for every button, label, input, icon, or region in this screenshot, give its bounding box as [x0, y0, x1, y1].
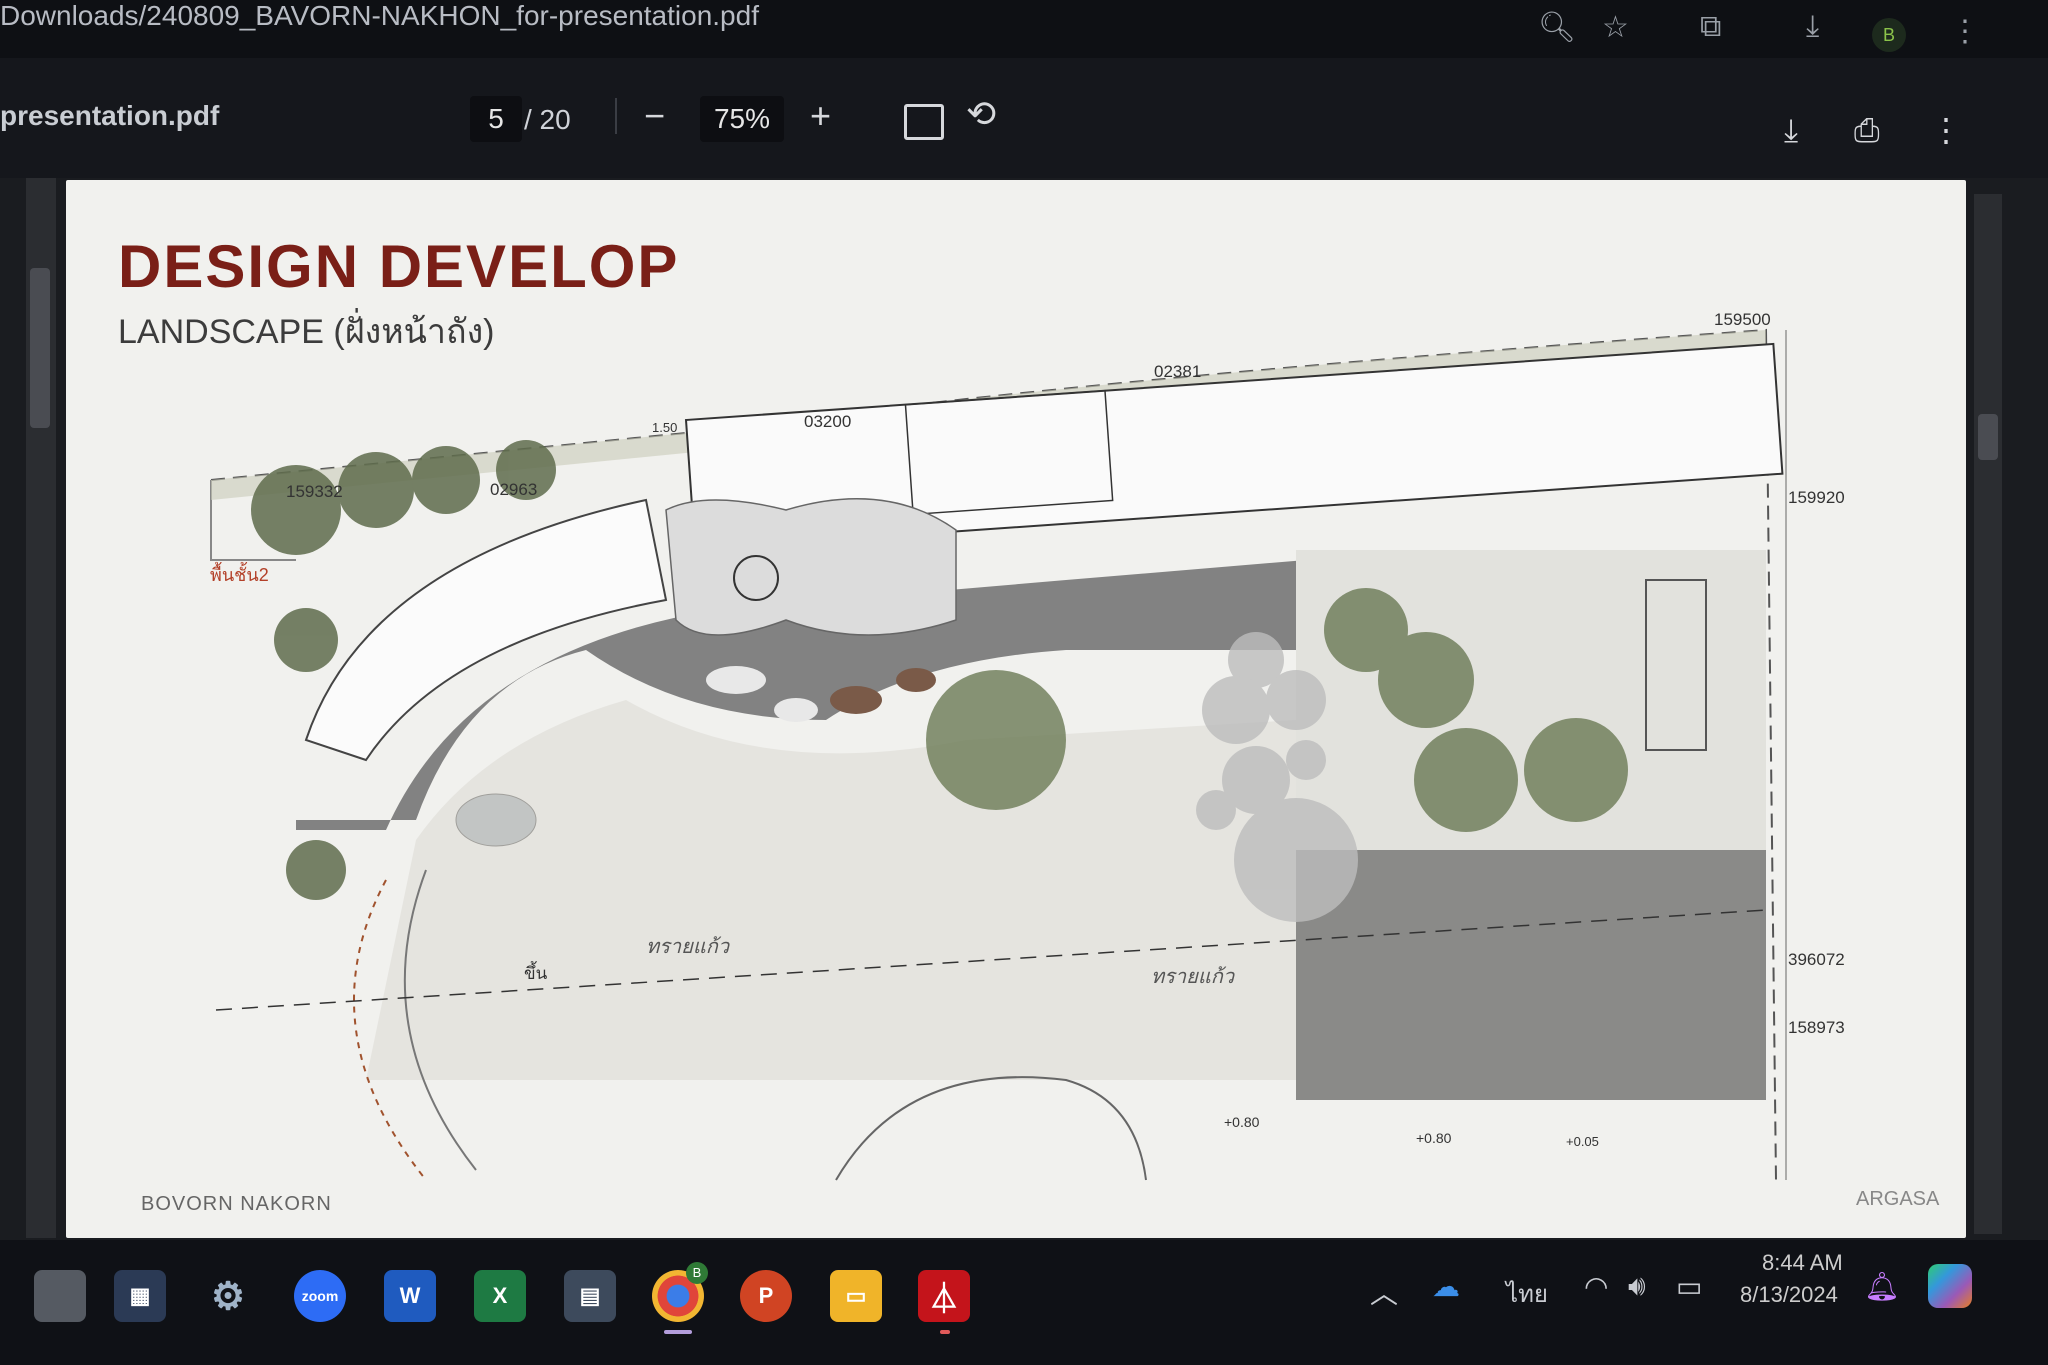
- tree: [338, 452, 414, 528]
- page-number-input[interactable]: 5: [470, 96, 522, 142]
- pdf-page: DESIGN DEVELOP LANDSCAPE (ฝั่งหน้าถัง) 1…: [66, 180, 1966, 1238]
- tree: [926, 670, 1066, 810]
- tree: [412, 446, 480, 514]
- landscape-site-plan: [210, 328, 1787, 1181]
- files-app[interactable]: ▭: [830, 1270, 882, 1322]
- stone: [830, 686, 882, 714]
- plaza-outline: [835, 1076, 1147, 1181]
- browser-title-bar: Downloads/240809_BAVORN-NAKHON_for-prese…: [0, 0, 2048, 58]
- language-indicator[interactable]: ไทย: [1506, 1274, 1548, 1313]
- right-scrollbar[interactable]: [1974, 194, 2002, 1234]
- planter: [1202, 676, 1270, 744]
- calculator-app[interactable]: ▤: [564, 1270, 616, 1322]
- dimension-label: 1.50: [652, 420, 678, 435]
- chrome-profile-badge: B: [686, 1262, 708, 1284]
- store-app[interactable]: ▦: [114, 1270, 166, 1322]
- tree: [1414, 728, 1518, 832]
- dimension-label: 02381: [1154, 362, 1202, 381]
- browser-menu-icon[interactable]: ⋮: [1950, 14, 1980, 49]
- planter: [1266, 670, 1326, 730]
- clock-date[interactable]: 8/13/2024: [1740, 1282, 1838, 1308]
- volume-icon[interactable]: 🔊︎: [1628, 1270, 1646, 1303]
- windows-taskbar: ▦ ⚙ zoom W X ▤ B P ▭ ⏃ ︿ ☁ ไทย ◠ 🔊︎ ▭ 8:…: [0, 1240, 2048, 1365]
- left-scroll-thumb[interactable]: [30, 268, 50, 428]
- toolbar-divider: [615, 98, 617, 134]
- file-explorer-app[interactable]: [34, 1270, 86, 1322]
- running-app-indicator: [940, 1330, 950, 1334]
- active-app-indicator: [664, 1330, 692, 1334]
- clock-time[interactable]: 8:44 AM: [1762, 1250, 1843, 1276]
- copilot-icon[interactable]: [1928, 1264, 1972, 1308]
- tree: [1378, 632, 1474, 728]
- bookmark-star-icon[interactable]: ☆: [1602, 10, 1629, 45]
- wifi-icon[interactable]: ◠: [1584, 1270, 1608, 1303]
- zoom-out-button[interactable]: −: [644, 98, 665, 134]
- pdf-toolbar: presentation.pdf 5 / 20 − 75% + ⟲ ⤓ ⎙ ⋮: [0, 58, 2048, 178]
- dimension-label: 159332: [286, 482, 343, 501]
- right-scroll-thumb[interactable]: [1978, 414, 1998, 460]
- battery-icon[interactable]: ▭: [1676, 1270, 1702, 1303]
- stone: [706, 666, 766, 694]
- level-label: +0.80: [1224, 1114, 1260, 1130]
- zoom-level-input[interactable]: 75%: [700, 96, 784, 142]
- tree: [1524, 718, 1628, 822]
- level-label: +0.05: [1566, 1134, 1599, 1149]
- fit-to-page-icon[interactable]: [904, 104, 944, 140]
- level-label: +0.80: [1416, 1130, 1452, 1146]
- document-path-title: Downloads/240809_BAVORN-NAKHON_for-prese…: [0, 0, 759, 31]
- dimension-label: 02963: [490, 480, 538, 499]
- stone: [896, 668, 936, 692]
- footer-project-name: BOVORN NAKORN: [141, 1193, 332, 1215]
- tree: [286, 840, 346, 900]
- stone: [774, 698, 818, 722]
- courtyard-pattern: [665, 498, 957, 636]
- downloads-icon[interactable]: ⤓: [1806, 10, 1819, 44]
- dimension-label: 396072: [1788, 950, 1845, 969]
- dimension-label: 159500: [1714, 310, 1771, 329]
- floor-label: พื้นชั้น2: [210, 565, 269, 585]
- settings-app[interactable]: ⚙: [202, 1270, 254, 1322]
- dimension-label: 158973: [1788, 1018, 1845, 1037]
- planter: [1286, 740, 1326, 780]
- dark-paving-area: [1296, 850, 1766, 1100]
- stair-up-label: ขึ้น: [524, 964, 548, 983]
- zoom-app[interactable]: zoom: [294, 1270, 346, 1322]
- rotate-icon[interactable]: ⟲: [966, 96, 996, 132]
- sand-label: ทรายแก้ว: [1151, 966, 1235, 988]
- sand-area: [366, 700, 1296, 1080]
- zoom-search-icon[interactable]: 🔍︎: [1538, 10, 1576, 45]
- excel-app[interactable]: X: [474, 1270, 526, 1322]
- tree: [251, 465, 341, 555]
- planter: [1196, 790, 1236, 830]
- dimension-label: 159920: [1788, 488, 1845, 507]
- more-options-icon[interactable]: ⋮: [1930, 114, 1962, 146]
- page-total-label: / 20: [524, 104, 571, 135]
- powerpoint-app[interactable]: P: [740, 1270, 792, 1322]
- pdf-filename: presentation.pdf: [0, 100, 220, 131]
- onedrive-cloud-icon[interactable]: ☁: [1432, 1270, 1460, 1303]
- tray-overflow-chevron-icon[interactable]: ︿: [1370, 1272, 1398, 1312]
- planter: [1234, 798, 1358, 922]
- extensions-icon[interactable]: ⧉: [1700, 10, 1721, 44]
- tree: [274, 608, 338, 672]
- download-icon[interactable]: ⤓: [1784, 114, 1798, 146]
- sand-label: ทรายแก้ว: [646, 936, 730, 958]
- word-app[interactable]: W: [384, 1270, 436, 1322]
- print-icon[interactable]: ⎙: [1854, 114, 1880, 146]
- dimension-label: 03200: [804, 412, 852, 431]
- footer-firm-name: ARGASA: [1856, 1188, 1940, 1210]
- zoom-in-button[interactable]: +: [810, 98, 831, 134]
- acrobat-app[interactable]: ⏃: [918, 1270, 970, 1322]
- notification-bell-icon[interactable]: 🔔︎: [1864, 1270, 1900, 1303]
- profile-avatar[interactable]: B: [1872, 18, 1906, 52]
